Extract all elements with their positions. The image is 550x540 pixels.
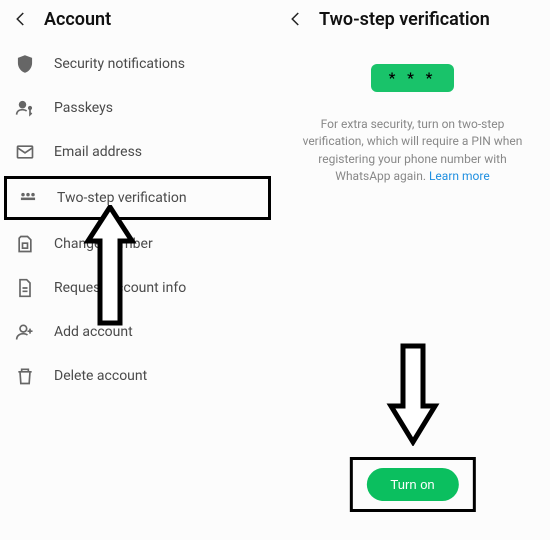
learn-more-link[interactable]: Learn more	[429, 169, 490, 183]
menu-label: Request account info	[54, 280, 186, 296]
sim-icon	[14, 233, 36, 255]
menu-change-number[interactable]: Change number	[0, 222, 275, 266]
account-header: Account	[0, 0, 275, 38]
account-pane: Account Security notifications Passkeys …	[0, 0, 275, 540]
menu-label: Add account	[54, 324, 133, 340]
menu-label: Security notifications	[54, 56, 185, 72]
back-icon[interactable]	[285, 8, 307, 30]
menu-two-step[interactable]: Two-step verification	[4, 176, 271, 220]
two-step-header: Two-step verification	[275, 0, 550, 38]
account-title: Account	[44, 9, 111, 30]
email-icon	[14, 141, 36, 163]
menu-label: Two-step verification	[57, 190, 187, 206]
passkey-icon	[14, 97, 36, 119]
two-step-title: Two-step verification	[319, 9, 490, 30]
turn-on-button[interactable]: Turn on	[366, 468, 458, 501]
account-menu: Security notifications Passkeys Email ad…	[0, 38, 275, 398]
menu-label: Delete account	[54, 368, 147, 384]
menu-request-info[interactable]: Request account info	[0, 266, 275, 310]
doc-icon	[14, 277, 36, 299]
menu-label: Passkeys	[54, 100, 113, 116]
turn-on-highlight: Turn on	[349, 457, 475, 512]
shield-icon	[14, 53, 36, 75]
menu-delete-account[interactable]: Delete account	[0, 354, 275, 398]
delete-icon	[14, 365, 36, 387]
annotation-arrow-down	[385, 342, 441, 446]
menu-passkeys[interactable]: Passkeys	[0, 86, 275, 130]
pin-icon	[17, 187, 39, 209]
two-step-pane: Two-step verification * * * For extra se…	[275, 0, 550, 540]
pin-badge: * * *	[371, 64, 455, 92]
menu-add-account[interactable]: Add account	[0, 310, 275, 354]
back-icon[interactable]	[10, 8, 32, 30]
menu-security-notifications[interactable]: Security notifications	[0, 42, 275, 86]
menu-email[interactable]: Email address	[0, 130, 275, 174]
two-step-body: * * * For extra security, turn on two-st…	[275, 38, 550, 186]
menu-label: Email address	[54, 144, 142, 160]
menu-label: Change number	[54, 236, 153, 252]
two-step-description: For extra security, turn on two-step ver…	[293, 116, 532, 186]
add-user-icon	[14, 321, 36, 343]
